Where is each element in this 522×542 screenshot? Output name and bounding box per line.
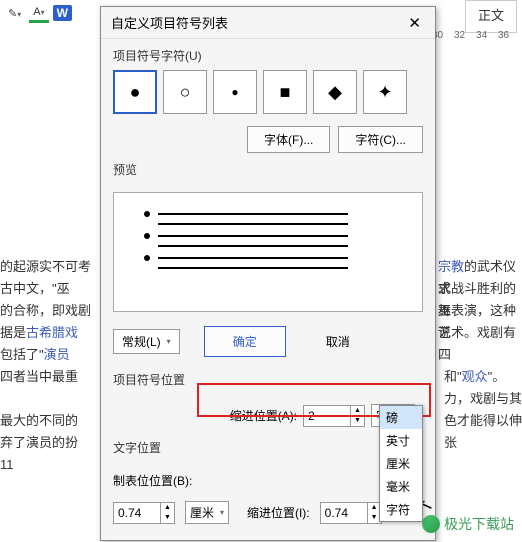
bg-line: 和"观众"。 <box>444 366 505 388</box>
unit-option[interactable]: 字符 <box>380 498 422 521</box>
bg-line: 11 <box>0 454 14 476</box>
text-pos-label: 文字位置 <box>113 439 423 456</box>
tab-pos-spinner[interactable]: ▲▼ <box>113 502 175 524</box>
indent2-spinner[interactable]: ▲▼ <box>320 502 382 524</box>
watermark: 极光下载站 <box>422 514 514 534</box>
style-select[interactable]: 常规(L)▾ <box>113 329 180 354</box>
bg-line: 包括了"演员 <box>0 344 70 366</box>
pencil-icon[interactable]: ✎▾ <box>4 5 25 22</box>
tab-pos-input[interactable] <box>114 503 160 523</box>
unit-option[interactable]: 厘米 <box>380 452 422 475</box>
bg-line: 四者当中最重 <box>0 366 78 388</box>
indent2-input[interactable] <box>321 503 367 523</box>
bg-line: 力，戏剧与其 <box>444 388 522 410</box>
unit-option[interactable]: 磅 <box>380 406 422 429</box>
unit-option[interactable]: 英寸 <box>380 429 422 452</box>
app-badge: W <box>53 5 72 21</box>
tab-unit-select[interactable]: 厘米▾ <box>185 501 229 524</box>
bg-line: 的合称，即戏剧 <box>0 300 91 322</box>
cancel-button[interactable]: 取消 <box>310 329 366 354</box>
spin-up-icon[interactable]: ▲ <box>161 503 174 513</box>
preview-area <box>113 192 423 312</box>
logo-icon <box>422 515 440 533</box>
bullet-option-square[interactable]: ■ <box>263 70 307 114</box>
spin-down-icon[interactable]: ▼ <box>351 416 364 426</box>
ruler: 30 32 34 36 <box>432 30 522 50</box>
bullet-option-disc[interactable]: ● <box>113 70 157 114</box>
indent2-label: 缩进位置(I): <box>247 504 310 521</box>
bg-line: 古中文，"巫 <box>0 278 70 300</box>
font-button[interactable]: 字体(F)... <box>247 126 330 153</box>
bullet-option-diamond[interactable]: ◆ <box>313 70 357 114</box>
unit-option[interactable]: 毫米 <box>380 475 422 498</box>
bullet-option-small-dot[interactable]: ● <box>213 70 257 114</box>
char-button[interactable]: 字符(C)... <box>338 126 423 153</box>
custom-bullet-dialog: 自定义项目符号列表 ✕ 项目符号字符(U) ● ○ ● ■ ◆ ✦ 字体(F).… <box>100 6 436 541</box>
dialog-title: 自定义项目符号列表 <box>111 13 228 32</box>
bullet-option-clover[interactable]: ✦ <box>363 70 407 114</box>
unit-dropdown-menu: 磅 英寸 厘米 毫米 字符 <box>379 405 423 522</box>
close-icon[interactable]: ✕ <box>404 14 425 32</box>
tab-pos-label: 制表位位置(B): <box>113 472 192 489</box>
bullet-chars-label: 项目符号字符(U) <box>113 47 423 64</box>
style-box[interactable]: 正文 <box>465 0 517 33</box>
spin-down-icon[interactable]: ▼ <box>161 513 174 523</box>
bg-line: 据是古希腊戏 <box>0 322 78 344</box>
bg-line: 弃了演员的扮 <box>0 432 78 454</box>
font-color-a-icon[interactable]: A▾ <box>29 4 48 23</box>
bg-line: 艺术。戏剧有四 <box>438 322 522 366</box>
bg-line: 的起源实不可考 <box>0 256 91 278</box>
ok-button[interactable]: 确定 <box>204 326 286 357</box>
preview-label: 预览 <box>113 161 423 178</box>
bg-line: 色才能得以伸张 <box>444 410 522 454</box>
bullet-option-circle[interactable]: ○ <box>163 70 207 114</box>
bg-line: 最大的不同的 <box>0 410 78 432</box>
